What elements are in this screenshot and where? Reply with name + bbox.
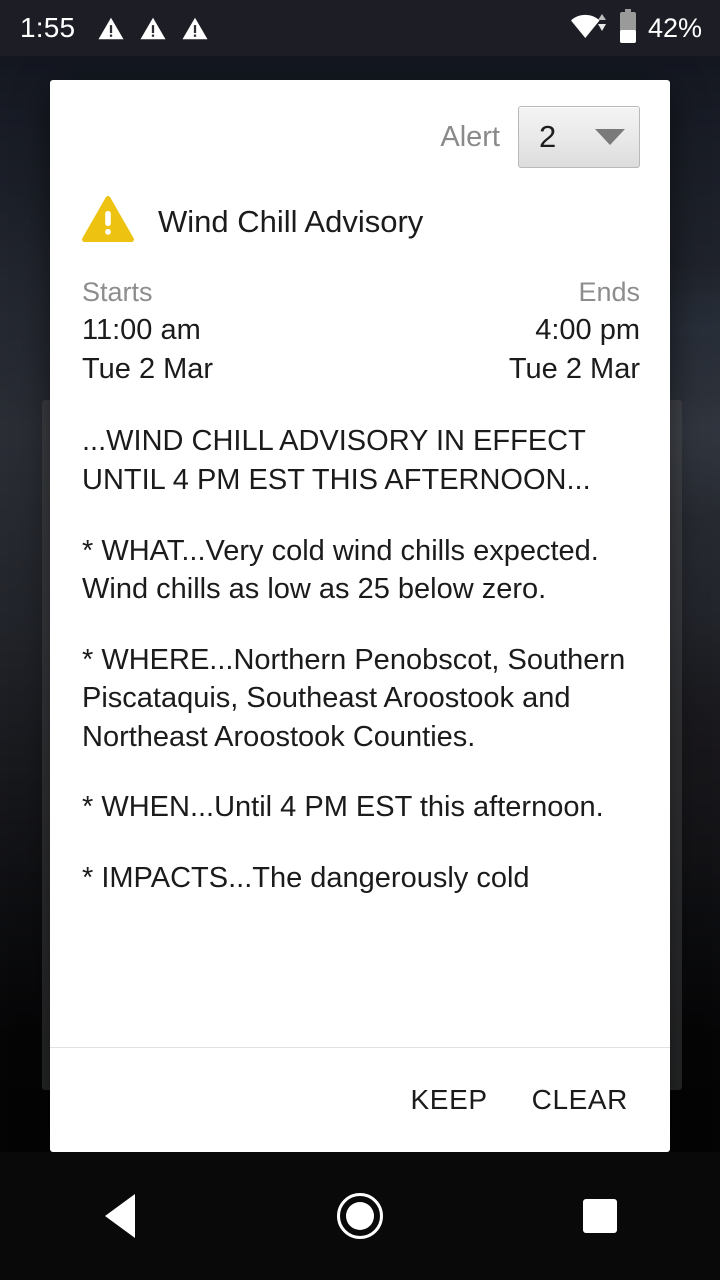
chevron-down-icon xyxy=(595,129,625,145)
warning-triangle-icon xyxy=(139,16,167,41)
clear-button[interactable]: CLEAR xyxy=(532,1084,628,1116)
alert-title: Wind Chill Advisory xyxy=(158,204,423,240)
battery-icon xyxy=(618,9,638,48)
ends-label: Ends xyxy=(361,273,640,311)
alert-dialog: Alert 2 Wind Chill Advisory Starts 11:00… xyxy=(50,80,670,1152)
status-bar: 1:55 42% xyxy=(0,0,720,56)
status-clock: 1:55 xyxy=(20,12,75,44)
warning-triangle-icon xyxy=(181,16,209,41)
wifi-icon xyxy=(570,11,608,46)
alert-picker-row: Alert 2 xyxy=(50,80,670,168)
warning-triangle-icon xyxy=(97,16,125,41)
starts-label: Starts xyxy=(82,273,361,311)
alert-paragraph: * WHAT...Very cold wind chills expected.… xyxy=(82,532,640,609)
alert-index-spinner[interactable]: 2 xyxy=(518,106,640,168)
alert-index-value: 2 xyxy=(539,119,556,155)
keep-button[interactable]: KEEP xyxy=(411,1084,488,1116)
status-notification-icons xyxy=(97,16,209,41)
status-right-cluster: 42% xyxy=(570,9,702,48)
alert-paragraph: * WHEN...Until 4 PM EST this afternoon. xyxy=(82,788,640,827)
ends-date: Tue 2 Mar xyxy=(361,350,640,389)
home-circle-icon xyxy=(337,1193,383,1239)
warning-triangle-icon xyxy=(82,196,134,247)
alert-end-block: Ends 4:00 pm Tue 2 Mar xyxy=(361,273,640,388)
starts-date: Tue 2 Mar xyxy=(82,350,361,389)
nav-home-button[interactable] xyxy=(300,1152,420,1280)
battery-percent-label: 42% xyxy=(648,13,702,44)
android-navigation-bar xyxy=(0,1152,720,1280)
nav-recents-button[interactable] xyxy=(540,1152,660,1280)
home-dot xyxy=(346,1202,374,1230)
ends-time: 4:00 pm xyxy=(361,311,640,350)
starts-time: 11:00 am xyxy=(82,311,361,350)
alert-paragraph: * WHERE...Northern Penobscot, Southern P… xyxy=(82,641,640,757)
alert-paragraph: ...WIND CHILL ADVISORY IN EFFECT UNTIL 4… xyxy=(82,422,640,499)
dialog-button-bar: KEEP CLEAR xyxy=(50,1048,670,1152)
nav-back-button[interactable] xyxy=(60,1152,180,1280)
alert-body-scroll[interactable]: ...WIND CHILL ADVISORY IN EFFECT UNTIL 4… xyxy=(50,388,670,1047)
recents-square-icon xyxy=(583,1199,617,1233)
alert-picker-label: Alert xyxy=(440,121,500,154)
alert-paragraph: * IMPACTS...The dangerously cold xyxy=(82,859,640,898)
back-triangle-icon xyxy=(105,1194,135,1238)
alert-title-row: Wind Chill Advisory xyxy=(50,168,670,247)
alert-start-block: Starts 11:00 am Tue 2 Mar xyxy=(82,273,361,388)
alert-time-range: Starts 11:00 am Tue 2 Mar Ends 4:00 pm T… xyxy=(50,247,670,388)
